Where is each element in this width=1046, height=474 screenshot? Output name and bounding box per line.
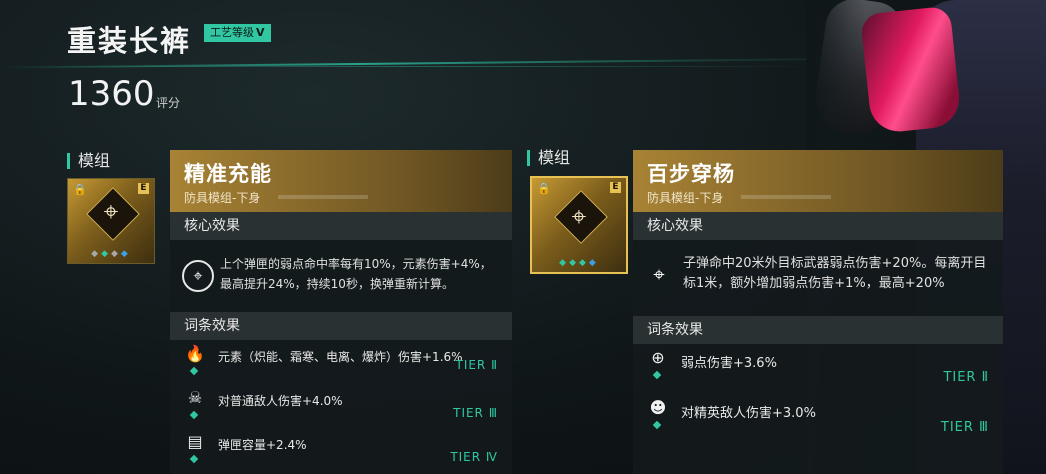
attribute-text: 弹匣容量+2.4% [218, 438, 307, 452]
attribute-text: 对普通敌人伤害+4.0% [218, 394, 343, 408]
attribute-tier: TIER Ⅳ [450, 450, 498, 464]
core-effect-text: 上个弹匣的弱点命中率每有10%，元素伤害+4%，最高提升24%，持续10秒，换弹… [220, 257, 492, 291]
elite-enemy-icon: ☻ [649, 398, 667, 417]
right-module-slot[interactable]: 🔒 E ⌖ ◆◆◆◆ [530, 176, 628, 274]
gem-icon: ◆ [588, 258, 599, 268]
module-name: 百步穿杨 [647, 162, 735, 186]
gem-row: ◆◆◆◆ [68, 249, 154, 259]
attribute-tier: TIER Ⅲ [940, 420, 989, 435]
attribute-text: 对精英敌人伤害+3.0% [681, 406, 816, 421]
attribute-header: 词条效果 [633, 316, 1003, 344]
rank-badge: E [610, 182, 621, 193]
gem-row: ◆◆◆◆ [532, 258, 626, 268]
gem-icon: ◆ [559, 258, 570, 268]
core-effect: ⌖ 子弹命中20米外目标武器弱点伤害+20%。每离开目标1米，额外增加弱点伤害+… [633, 240, 1003, 316]
element-flame-icon: 🔥 [185, 344, 205, 363]
attribute-text: 元素（炽能、霜寒、电离、爆炸）伤害+1.6% [218, 350, 463, 364]
decor-line-thin [0, 66, 820, 67]
attribute-dot [652, 370, 662, 380]
magazine-icon: ▤ [187, 432, 203, 451]
score-label: 评分 [156, 96, 181, 110]
attribute-tier: TIER Ⅱ [943, 370, 989, 385]
module-name: 精准充能 [184, 162, 272, 186]
left-module-section-label: 模组 [67, 153, 110, 169]
attribute-tier: TIER Ⅲ [453, 406, 498, 420]
attribute-tier: TIER Ⅱ [455, 358, 498, 372]
weakpoint-icon: ⊕ [651, 348, 665, 367]
module-subtitle: 防具模组-下身 [647, 191, 724, 205]
subtitle-bar [278, 195, 368, 199]
sniper-rifle-icon: ⌖ [571, 202, 587, 232]
attribute-dot [652, 420, 662, 430]
attribute-row: ☠ 对普通敌人伤害+4.0% TIER Ⅲ [170, 384, 512, 428]
gem-icon: ◆ [120, 249, 131, 259]
attribute-row: 🔥 元素（炽能、霜寒、电离、爆炸）伤害+1.6% TIER Ⅱ [170, 340, 512, 384]
craft-level: V [256, 26, 265, 39]
lock-icon[interactable]: 🔒 [73, 183, 87, 196]
attribute-row: ▤ 弹匣容量+2.4% TIER Ⅳ [170, 428, 512, 472]
attribute-row: ⊕ 弱点伤害+3.6% TIER Ⅱ [633, 344, 1003, 394]
right-module-card: 百步穿杨 防具模组-下身 核心效果 ⌖ 子弹命中20米外目标武器弱点伤害+20%… [633, 150, 1003, 474]
lock-icon[interactable]: 🔒 [537, 182, 551, 195]
gem-icon: ◆ [91, 249, 102, 259]
attribute-text: 弱点伤害+3.6% [681, 356, 777, 371]
right-module-section-label: 模组 [527, 150, 570, 166]
core-effect-header: 核心效果 [633, 212, 1003, 240]
module-subtitle: 防具模组-下身 [184, 191, 261, 205]
attribute-dot [189, 454, 199, 464]
card-header: 精准充能 防具模组-下身 [170, 150, 512, 212]
card-header: 百步穿杨 防具模组-下身 [633, 150, 1003, 212]
gem-icon: ◆ [569, 258, 579, 268]
item-title: 重装长裤 [67, 24, 192, 58]
enemy-icon: ☠ [187, 388, 203, 407]
crosshair-icon: ⌖ [182, 260, 214, 292]
core-effect: ⌖ 上个弹匣的弱点命中率每有10%，元素伤害+4%，最高提升24%，持续10秒，… [170, 240, 512, 312]
craft-level-badge: 工艺等级 V [204, 24, 271, 42]
attribute-row: ☻ 对精英敌人伤害+3.0% TIER Ⅲ [633, 394, 1003, 444]
subtitle-bar [741, 195, 831, 199]
core-effect-header: 核心效果 [170, 212, 512, 240]
gem-icon: ◆ [101, 249, 111, 259]
attribute-dot [189, 366, 199, 376]
rank-badge: E [138, 183, 149, 194]
crosshair-icon: ⌖ [103, 197, 119, 227]
gem-icon: ◆ [111, 249, 121, 259]
attribute-header: 词条效果 [170, 312, 512, 340]
craft-label: 工艺等级 [210, 26, 254, 39]
score-value: 1360 [68, 74, 155, 114]
left-module-card: 精准充能 防具模组-下身 核心效果 ⌖ 上个弹匣的弱点命中率每有10%，元素伤害… [170, 150, 512, 474]
gem-icon: ◆ [579, 258, 589, 268]
sniper-rifle-icon: ⌖ [653, 262, 665, 286]
core-effect-text: 子弹命中20米外目标武器弱点伤害+20%。每离开目标1米，额外增加弱点伤害+1%… [683, 256, 987, 291]
attribute-dot [189, 410, 199, 420]
left-module-slot[interactable]: 🔒 E ⌖ ◆◆◆◆ [67, 178, 155, 264]
